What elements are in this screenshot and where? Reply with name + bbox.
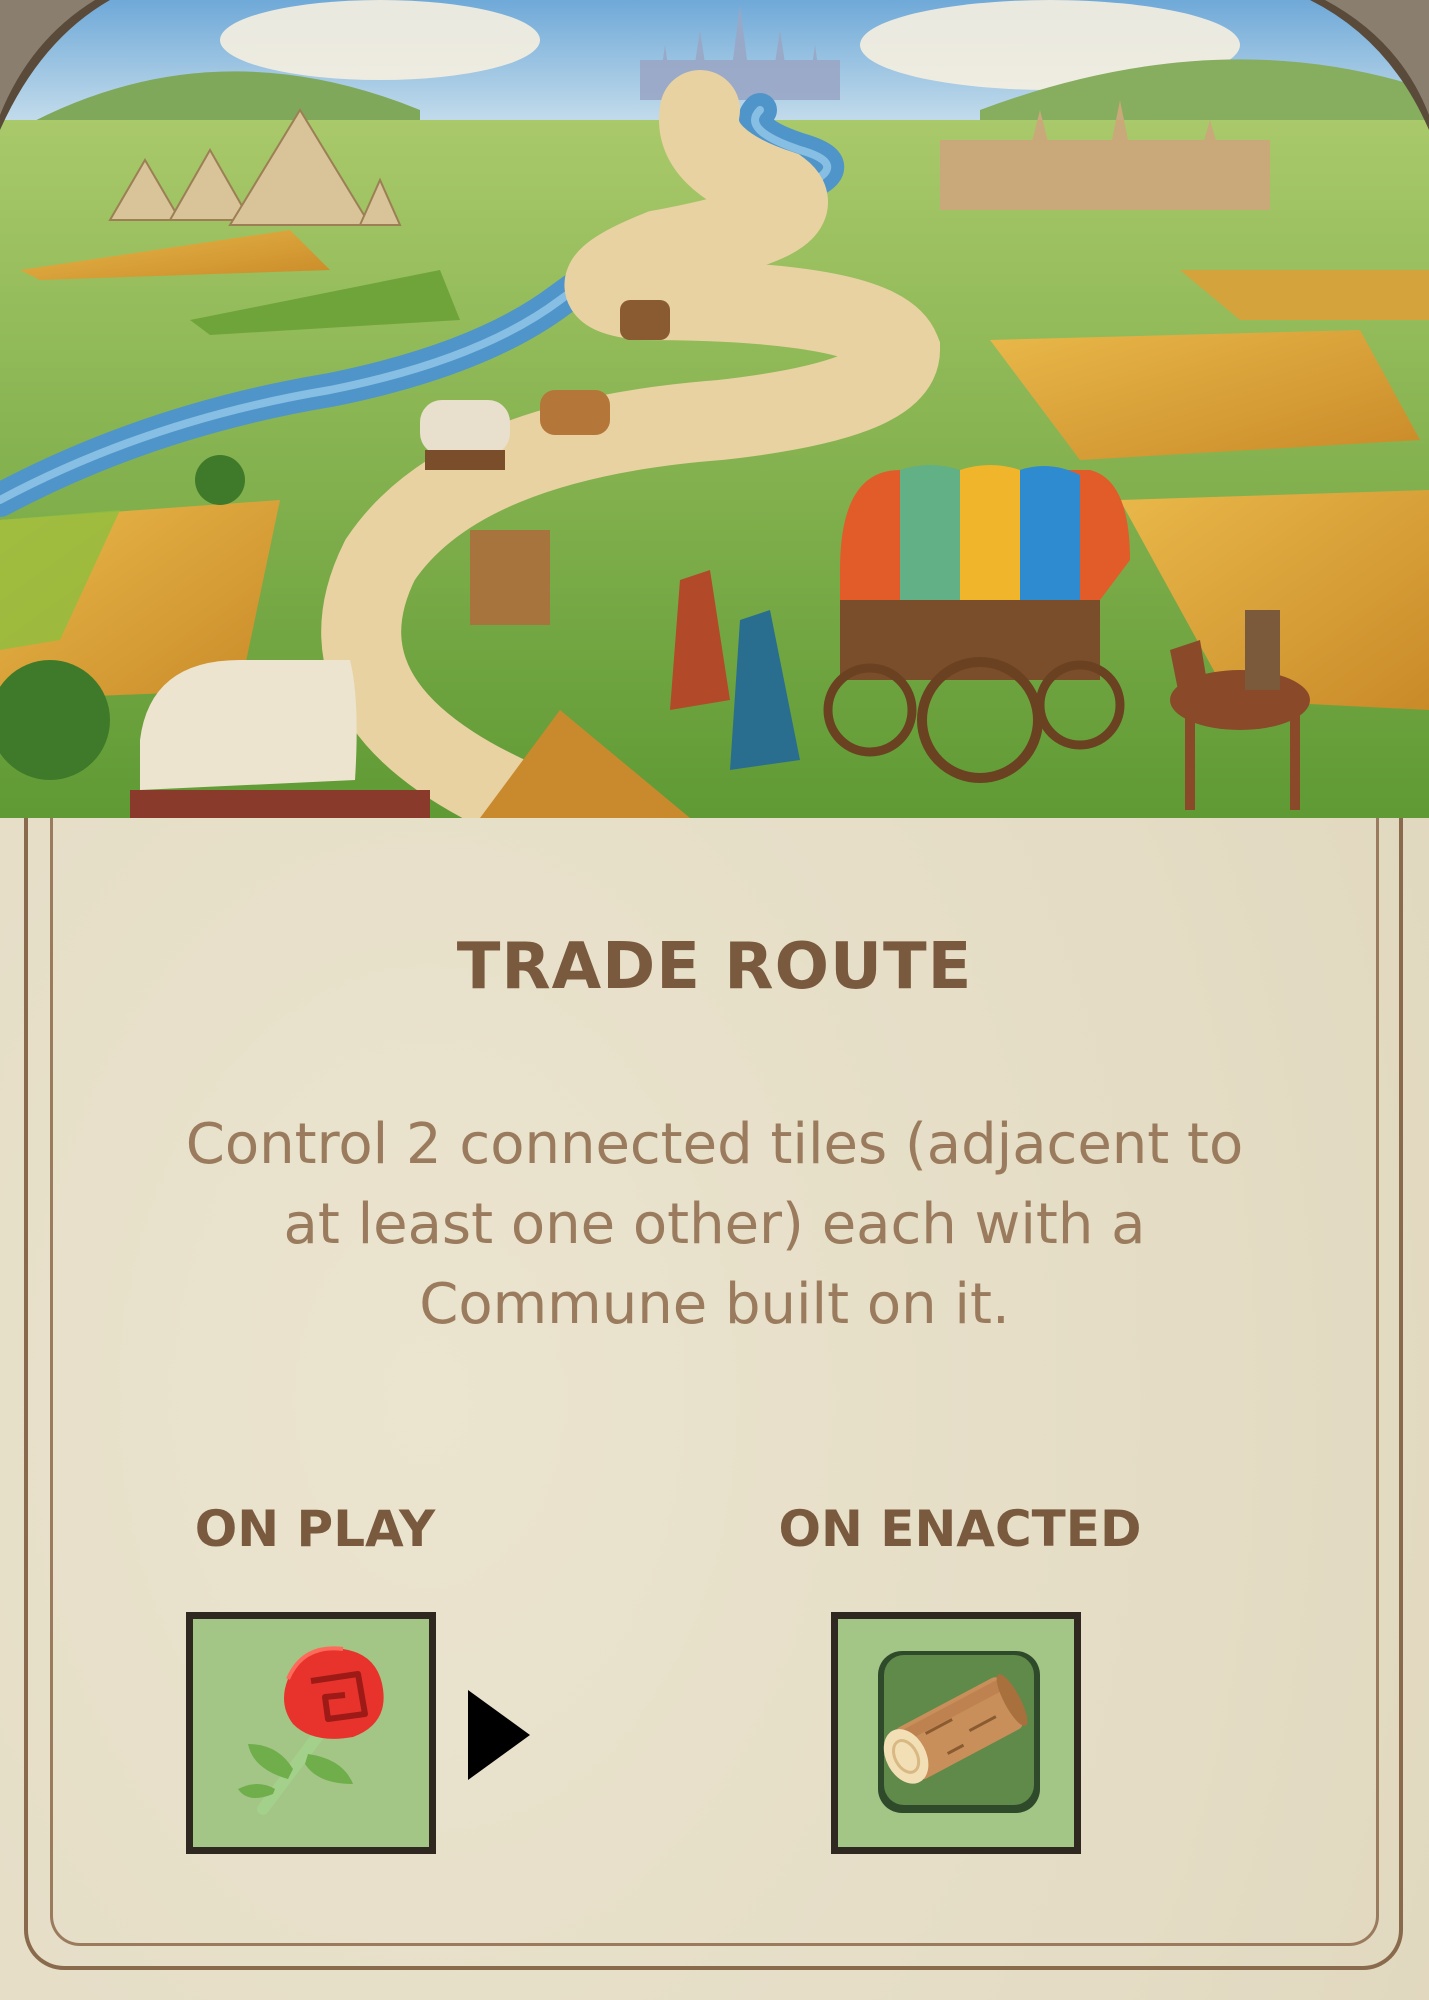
wood-log-icon <box>878 1651 1040 1813</box>
card-rules-text: Control 2 connected tiles (adjacent to a… <box>185 1112 1244 1337</box>
on-play-label: ON PLAY <box>194 1500 436 1558</box>
rose-icon <box>238 1646 384 1815</box>
on-enacted-tile <box>831 1612 1081 1854</box>
play-arrow-icon <box>468 1690 530 1784</box>
card-title: TRADE ROUTE <box>456 930 973 1004</box>
card-illustration <box>0 0 1429 818</box>
event-card: TRADE ROUTE Control 2 connected tiles (a… <box>0 0 1429 2000</box>
on-play-tile <box>186 1612 436 1854</box>
on-enacted-label: ON ENACTED <box>778 1500 1142 1558</box>
